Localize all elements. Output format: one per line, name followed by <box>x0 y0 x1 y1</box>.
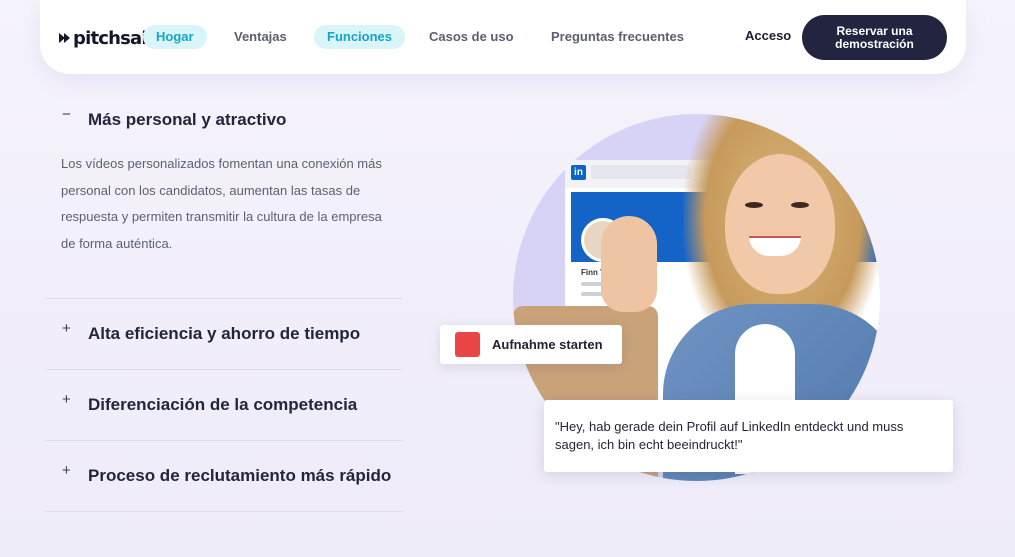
record-label: Aufnahme starten <box>492 337 603 352</box>
record-icon <box>455 332 480 357</box>
top-navigation: pitchsail Hogar Ventajas Funciones Casos… <box>40 0 966 74</box>
linkedin-icon: in <box>571 165 586 180</box>
accordion-item-eficiencia: + Alta eficiencia y ahorro de tiempo <box>45 299 403 370</box>
nav-item-preguntas-frecuentes[interactable]: Preguntas frecuentes <box>538 25 697 49</box>
accordion-title: Diferenciación de la competencia <box>88 395 358 414</box>
person-eye <box>745 202 763 208</box>
accordion-title: Más personal y atractivo <box>88 110 287 129</box>
nav-item-funciones[interactable]: Funciones <box>314 25 406 49</box>
accordion-header[interactable]: − Más personal y atractivo <box>45 96 403 144</box>
nav-item-hogar[interactable]: Hogar <box>143 25 207 49</box>
nav-item-casos-de-uso[interactable]: Casos de uso <box>416 25 527 49</box>
message-quote-card: "Hey, hab gerade dein Profil auf LinkedI… <box>544 400 953 472</box>
book-demo-button[interactable]: Reservar una demostración <box>802 15 947 60</box>
accordion-item-reclutamiento: + Proceso de reclutamiento más rápido <box>45 441 403 512</box>
waving-hand <box>601 216 657 312</box>
expand-icon[interactable]: + <box>62 463 88 478</box>
login-link[interactable]: Acceso <box>745 28 791 43</box>
accordion-item-personal: − Más personal y atractivo Los vídeos pe… <box>45 96 403 299</box>
record-start-button[interactable]: Aufnahme starten <box>440 325 622 364</box>
accordion-body-text: Los vídeos personalizados fomentan una c… <box>61 156 382 251</box>
accordion-header[interactable]: + Alta eficiencia y ahorro de tiempo <box>45 299 403 369</box>
pitchsail-logo[interactable]: pitchsail <box>59 26 153 50</box>
accordion-header[interactable]: + Diferenciación de la competencia <box>45 370 403 440</box>
linkedin-search-bar <box>591 165 691 179</box>
nav-item-ventajas[interactable]: Ventajas <box>221 25 300 49</box>
person-eye <box>791 202 809 208</box>
expand-icon[interactable]: + <box>62 321 88 336</box>
collapse-icon[interactable]: − <box>62 107 88 122</box>
accordion-title: Proceso de reclutamiento más rápido <box>88 466 392 485</box>
accordion-item-diferenciacion: + Diferenciación de la competencia <box>45 370 403 441</box>
benefits-accordion: − Más personal y atractivo Los vídeos pe… <box>45 96 403 512</box>
expand-icon[interactable]: + <box>62 392 88 407</box>
accordion-title: Alta eficiencia y ahorro de tiempo <box>88 324 361 343</box>
logo-text: pitchsail <box>73 27 153 49</box>
accordion-header[interactable]: + Proceso de reclutamiento más rápido <box>45 441 403 511</box>
person-face <box>725 154 835 294</box>
play-arrows-icon <box>59 32 71 44</box>
